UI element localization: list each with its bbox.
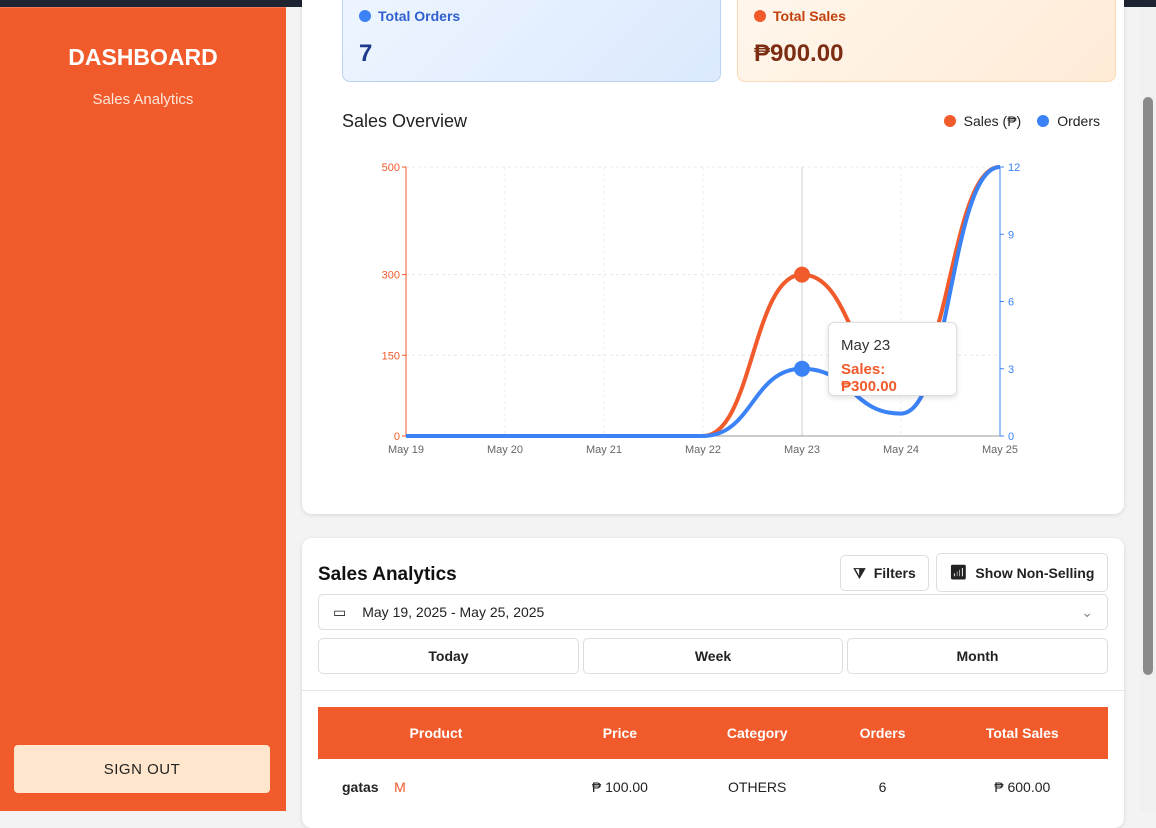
sidebar-item-sales-analytics[interactable]: Sales Analytics	[0, 91, 286, 108]
chart-title: Sales Overview	[342, 111, 468, 131]
sales-analytics-card: Sales Analytics ⧩ Filters 📶︎ Show Non-Sell…	[302, 538, 1124, 828]
sidebar-title: DASHBOARD	[68, 44, 218, 70]
orders-cell: 6	[878, 778, 887, 795]
sales-line-chart[interactable]: 0 150 300 500 0 3 6 9 12 May 19 May 20 May 21 May 22…	[302, 147, 1124, 487]
col-category[interactable]: Category	[685, 707, 829, 759]
y-right-tick-label: 3	[1008, 364, 1014, 376]
total-sales-value: ₱900.00	[754, 40, 844, 67]
total-sales-card: Total Sales ₱900.00	[737, 0, 1116, 82]
x-tick-label: May 22	[685, 444, 721, 456]
analytics-title: Sales Analytics	[318, 564, 457, 585]
y-left-tick-label: 500	[382, 162, 400, 174]
x-tick-label: May 20	[487, 444, 523, 456]
x-tick-label: May 23	[784, 444, 820, 456]
period-today-button[interactable]: Today	[318, 638, 579, 674]
y-left-tick-label: 150	[382, 350, 400, 362]
period-month-button[interactable]: Month	[847, 638, 1108, 674]
y-right-tick-label: 0	[1008, 431, 1014, 443]
y-right-tick-label: 6	[1008, 297, 1014, 309]
sales-table: Product Price Category Orders Total Sale…	[318, 707, 1108, 814]
y-left-tick-label: 0	[394, 431, 400, 443]
filters-button[interactable]: ⧩ Filters	[840, 555, 929, 591]
scrollbar[interactable]	[1140, 7, 1156, 811]
total-cell: ₱ 600.00	[994, 778, 1051, 795]
bar-chart-icon: 📶︎	[949, 564, 968, 580]
col-total-sales[interactable]: Total Sales	[936, 707, 1108, 759]
period-week-button[interactable]: Week	[583, 638, 843, 674]
active-point-sales	[794, 266, 810, 283]
price-cell: ₱ 100.00	[591, 778, 648, 795]
tooltip-date: May 23	[841, 337, 891, 354]
total-orders-value: 7	[359, 40, 373, 67]
scrollbar-thumb[interactable]	[1143, 97, 1153, 675]
col-price[interactable]: Price	[554, 707, 686, 759]
x-tick-label: May 25	[982, 444, 1018, 456]
sidebar: DASHBOARD Sales Analytics SIGN OUT	[0, 7, 286, 811]
show-non-selling-button[interactable]: 📶︎ Show Non-Selling	[936, 553, 1108, 592]
chevron-down-icon: ⌄	[1081, 603, 1093, 620]
legend-orders[interactable]: Orders	[1037, 113, 1100, 129]
product-name: gatas	[342, 778, 379, 795]
orders-dot-icon	[359, 10, 371, 22]
total-orders-label: Total Orders	[378, 8, 461, 24]
y-right-tick-label: 12	[1008, 162, 1020, 174]
date-range-value: May 19, 2025 - May 25, 2025	[362, 604, 545, 620]
sign-out-button[interactable]: SIGN OUT	[14, 745, 270, 793]
chart-legend: Sales (₱) Orders	[943, 113, 1100, 129]
calendar-icon: ▭	[333, 603, 347, 620]
table-row[interactable]: gatas M ₱ 100.00 OTHERS 6 ₱ 600.00	[318, 759, 1108, 814]
col-orders[interactable]: Orders	[828, 707, 937, 759]
product-badge: M	[394, 778, 406, 795]
x-tick-label: May 21	[586, 444, 622, 456]
chart-tooltip: May 23 Sales: ₱300.00	[828, 322, 957, 396]
x-tick-label: May 19	[388, 444, 424, 456]
filter-icon: ⧩	[853, 564, 866, 581]
tooltip-value: Sales: ₱300.00	[841, 361, 897, 395]
total-sales-label: Total Sales	[773, 8, 846, 24]
y-right-tick-label: 9	[1008, 229, 1014, 241]
col-product[interactable]: Product	[318, 707, 554, 759]
legend-sales[interactable]: Sales (₱)	[943, 113, 1021, 129]
y-left-tick-label: 300	[382, 270, 400, 282]
x-tick-label: May 24	[883, 444, 919, 456]
category-cell: OTHERS	[728, 778, 787, 795]
total-orders-card: Total Orders 7	[342, 0, 721, 82]
sales-dot-icon	[754, 10, 766, 22]
overview-card: Total Orders 7 Total Sales ₱900.00 Sales…	[302, 0, 1124, 514]
divider	[302, 690, 1124, 691]
active-point-orders	[794, 360, 810, 377]
date-range-picker[interactable]: ▭ May 19, 2025 - May 25, 2025 ⌄	[318, 594, 1108, 630]
main-content: Total Orders 7 Total Sales ₱900.00 Sales…	[286, 0, 1140, 828]
